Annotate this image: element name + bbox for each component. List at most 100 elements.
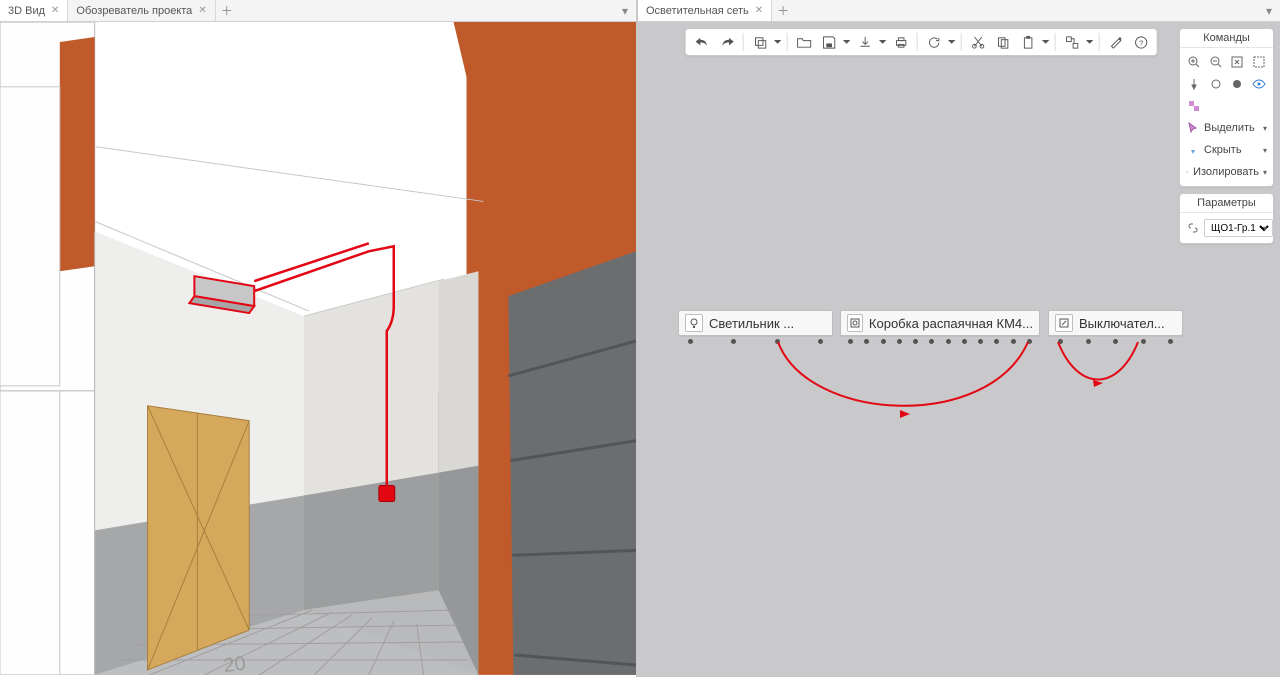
paste-dropdown[interactable] — [1041, 30, 1051, 54]
undo-button[interactable] — [690, 30, 714, 54]
node-junction-ports — [848, 339, 1032, 344]
node-luminaire-ports — [688, 339, 823, 344]
open-button[interactable] — [792, 30, 816, 54]
fit-icon[interactable] — [1228, 52, 1248, 72]
link-icon[interactable] — [1186, 219, 1200, 237]
parameters-panel: Параметры ЩО1-Гр.1 ▾ — [1179, 193, 1274, 244]
circle-icon[interactable] — [1206, 74, 1226, 94]
left-pane: 3D Вид ✕ Обозреватель проекта ✕ ＋ ▾ — [0, 0, 638, 677]
node-junction-box[interactable]: Коробка распаячная КМ4... — [840, 310, 1040, 336]
port[interactable] — [946, 339, 951, 344]
frame-icon[interactable] — [1249, 52, 1269, 72]
hide-label: Скрыть — [1204, 144, 1242, 156]
left-tab-bar: 3D Вид ✕ Обозреватель проекта ✕ ＋ ▾ — [0, 0, 636, 22]
3d-scene-svg: 20 — [0, 22, 636, 675]
hide-command[interactable]: Скрыть ▾ — [1184, 140, 1269, 160]
port[interactable] — [1141, 339, 1146, 344]
save-button[interactable] — [817, 30, 841, 54]
floor-number-label: 20 — [223, 653, 247, 675]
port[interactable] — [731, 339, 736, 344]
parameter-select[interactable]: ЩО1-Гр.1 — [1204, 219, 1273, 237]
cut-button[interactable] — [966, 30, 990, 54]
right-tab-bar: Осветительная сеть ✕ ＋ ▾ — [638, 0, 1280, 22]
node-luminaire[interactable]: Светильник ... — [678, 310, 833, 336]
cursor-icon — [1186, 121, 1200, 135]
zoom-in-icon[interactable] — [1184, 52, 1204, 72]
linked-button[interactable] — [1060, 30, 1084, 54]
isolate-command[interactable]: Изолировать ▾ — [1184, 162, 1269, 182]
network-toolbar: ? — [685, 28, 1158, 56]
port[interactable] — [929, 339, 934, 344]
tab-dropdown-icon[interactable]: ▾ — [618, 0, 632, 22]
help-button[interactable]: ? — [1129, 30, 1153, 54]
copy-object-button[interactable] — [748, 30, 772, 54]
port[interactable] — [1011, 339, 1016, 344]
port[interactable] — [881, 339, 886, 344]
tab-3d-view[interactable]: 3D Вид ✕ — [0, 0, 68, 21]
tab-label: Осветительная сеть — [646, 5, 749, 17]
settings-button[interactable] — [1104, 30, 1128, 54]
port[interactable] — [1113, 339, 1118, 344]
redo-button[interactable] — [715, 30, 739, 54]
box-icon — [847, 314, 863, 332]
disc-icon[interactable] — [1228, 74, 1248, 94]
port[interactable] — [1058, 339, 1063, 344]
eye-icon[interactable] — [1249, 74, 1269, 94]
add-tab-button[interactable]: ＋ — [772, 0, 794, 21]
commands-panel: Команды — [1179, 28, 1274, 187]
select-label: Выделить — [1204, 122, 1255, 134]
port[interactable] — [775, 339, 780, 344]
port[interactable] — [864, 339, 869, 344]
tab-dropdown-icon[interactable]: ▾ — [1262, 0, 1276, 22]
port[interactable] — [688, 339, 693, 344]
lasso-icon — [1186, 165, 1189, 179]
zoom-out-icon[interactable] — [1206, 52, 1226, 72]
port[interactable] — [1027, 339, 1032, 344]
linked-dropdown[interactable] — [1085, 30, 1095, 54]
bulb-icon — [685, 314, 703, 332]
combine-icon[interactable] — [1184, 96, 1204, 116]
node-label: Коробка распаячная КМ4... — [869, 316, 1033, 331]
select-command[interactable]: Выделить ▾ — [1184, 118, 1269, 138]
paste-button[interactable] — [1016, 30, 1040, 54]
export-dropdown[interactable] — [878, 30, 888, 54]
pin-icon[interactable] — [1184, 74, 1204, 94]
close-icon[interactable]: ✕ — [198, 5, 206, 16]
close-icon[interactable]: ✕ — [51, 5, 59, 16]
chevron-down-icon: ▾ — [1263, 168, 1267, 177]
chevron-down-icon: ▾ — [1263, 124, 1267, 133]
port[interactable] — [962, 339, 967, 344]
right-pane: Осветительная сеть ✕ ＋ ▾ — [638, 0, 1280, 677]
node-label: Выключател... — [1079, 316, 1165, 331]
node-switch-ports — [1058, 339, 1173, 344]
tab-lighting-network[interactable]: Осветительная сеть ✕ — [638, 0, 772, 21]
port[interactable] — [897, 339, 902, 344]
port[interactable] — [913, 339, 918, 344]
refresh-dropdown[interactable] — [947, 30, 957, 54]
tab-project-browser[interactable]: Обозреватель проекта ✕ — [68, 0, 215, 21]
port[interactable] — [978, 339, 983, 344]
switch-icon — [1055, 314, 1073, 332]
port[interactable] — [994, 339, 999, 344]
side-panels: Команды — [1179, 28, 1274, 244]
port[interactable] — [1168, 339, 1173, 344]
port[interactable] — [1086, 339, 1091, 344]
close-icon[interactable]: ✕ — [755, 5, 763, 16]
copy-object-dropdown[interactable] — [773, 30, 783, 54]
chevron-down-icon: ▾ — [1263, 146, 1267, 155]
refresh-button[interactable] — [922, 30, 946, 54]
port[interactable] — [848, 339, 853, 344]
export-button[interactable] — [853, 30, 877, 54]
copy-button[interactable] — [991, 30, 1015, 54]
save-dropdown[interactable] — [842, 30, 852, 54]
network-canvas[interactable]: ? Команды — [638, 22, 1280, 677]
port[interactable] — [818, 339, 823, 344]
3d-viewport[interactable]: 20 — [0, 22, 636, 677]
node-switch[interactable]: Выключател... — [1048, 310, 1183, 336]
tab-label: 3D Вид — [8, 5, 45, 17]
svg-text:?: ? — [1139, 38, 1143, 47]
add-tab-button[interactable]: ＋ — [216, 0, 238, 21]
tab-label: Обозреватель проекта — [76, 5, 192, 17]
print-button[interactable] — [889, 30, 913, 54]
node-label: Светильник ... — [709, 316, 794, 331]
